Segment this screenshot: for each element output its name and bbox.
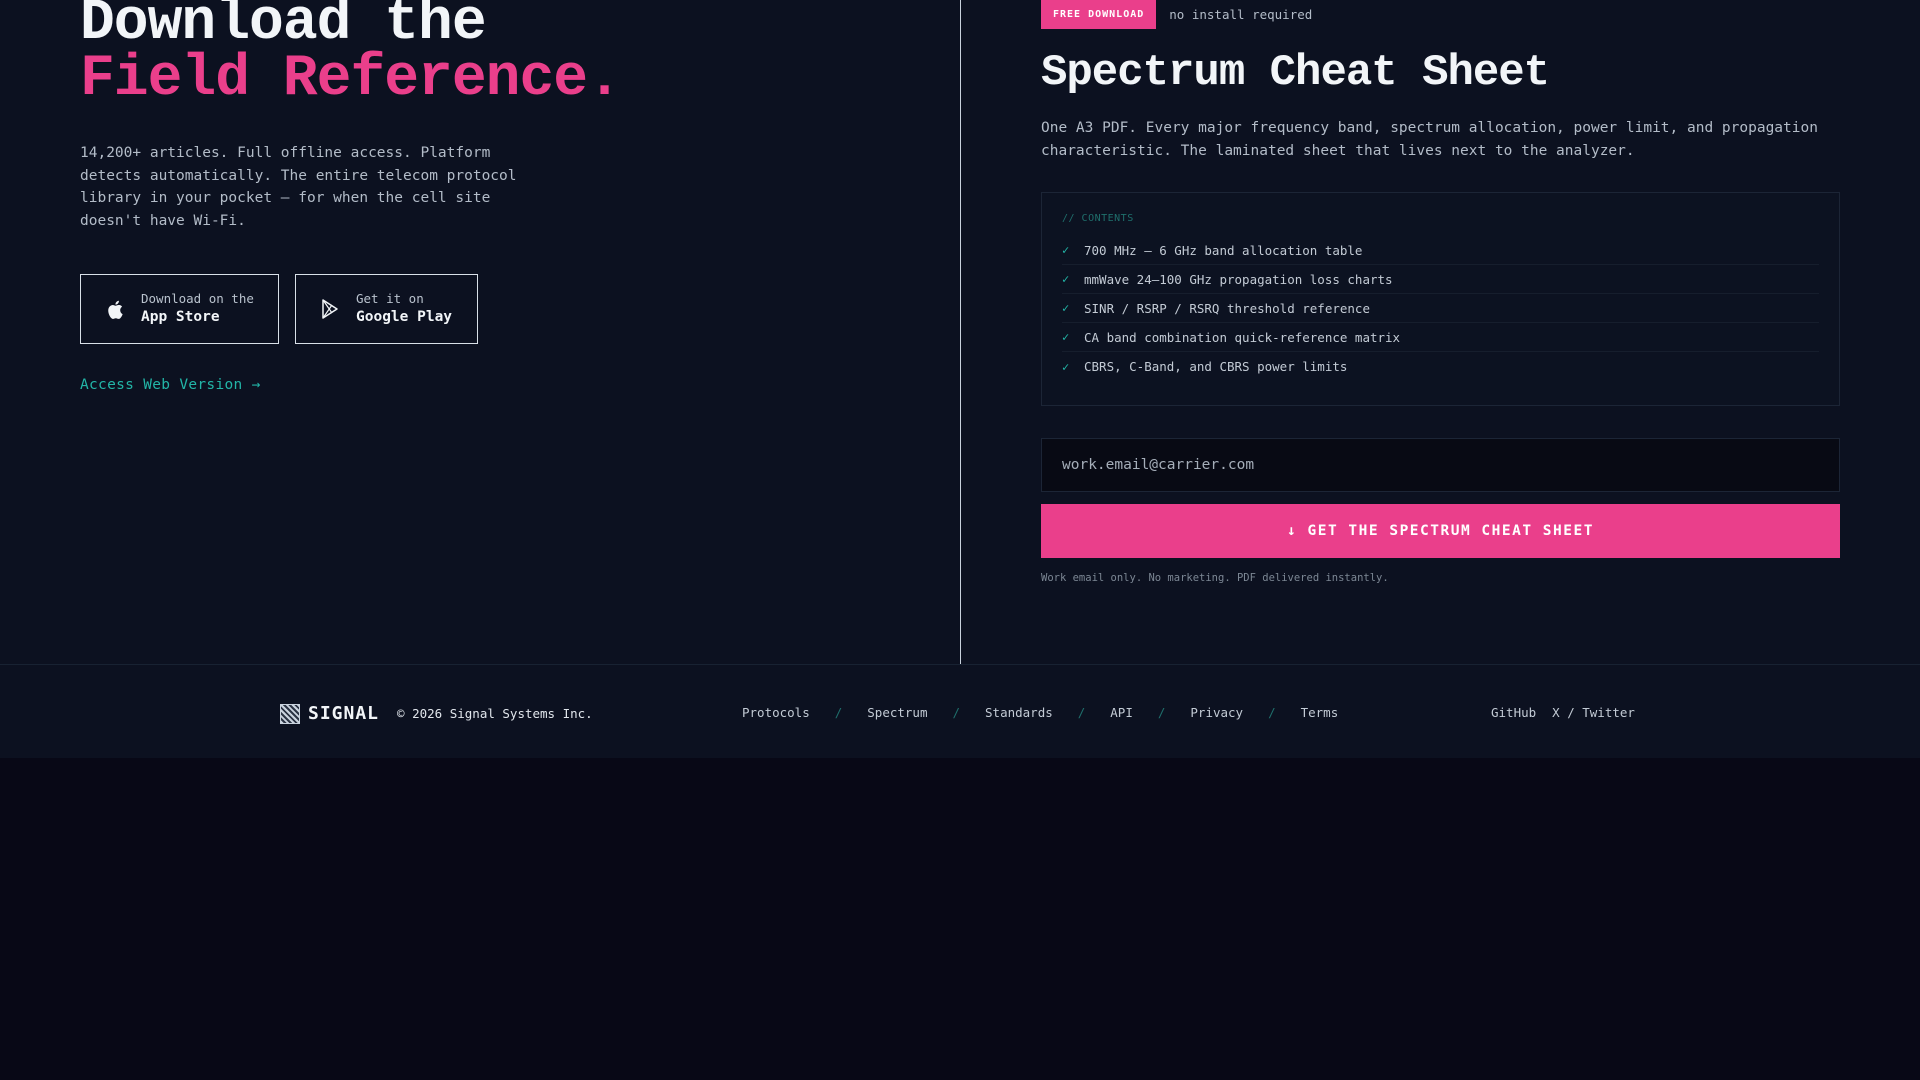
list-item: ✓ mmWave 24–100 GHz propagation loss char… xyxy=(1062,265,1819,294)
footer: SIGNAL © 2026 Signal Systems Inc. Protoc… xyxy=(0,664,1920,758)
hero-description: 14,200+ articles. Full offline access. P… xyxy=(80,145,517,229)
google-play-label: Google Play xyxy=(356,309,453,325)
list-item: ✓ SINR / RSRP / RSRQ threshold reference xyxy=(1062,294,1819,323)
footer-link-protocols[interactable]: Protocols xyxy=(742,705,810,720)
list-item: ✓ 700 MHz – 6 GHz band allocation table xyxy=(1062,236,1819,265)
contents-label: // CONTENTS xyxy=(1062,213,1134,224)
list-item: ✓ CA band combination quick-reference mat… xyxy=(1062,323,1819,352)
google-play-text: Get it on Google Play xyxy=(356,291,452,327)
brand-name: SIGNAL xyxy=(308,703,380,724)
footer-link-privacy[interactable]: Privacy xyxy=(1190,705,1243,720)
nav-separator: / xyxy=(1157,705,1166,720)
list-item-text: mmWave 24–100 GHz propagation loss chart… xyxy=(1084,271,1393,287)
list-item-text: SINR / RSRP / RSRQ threshold reference xyxy=(1084,300,1370,316)
social-links: GitHub X / Twitter xyxy=(1491,705,1635,720)
list-item: ✓ CBRS, C-Band, and CBRS power limits xyxy=(1062,352,1819,381)
page-title: Download the Field Reference. xyxy=(80,0,900,112)
footer-nav: Protocols / Spectrum / Standards / API /… xyxy=(742,705,1338,720)
list-item-text: CA band combination quick-reference matr… xyxy=(1084,329,1401,345)
email-field[interactable] xyxy=(1041,438,1840,492)
headline-line-2: Field Reference. xyxy=(80,47,622,112)
check-icon: ✓ xyxy=(1062,272,1070,286)
free-download-badge: FREE DOWNLOAD xyxy=(1041,0,1157,29)
app-store-button[interactable]: Download on the App Store xyxy=(80,274,279,344)
footer-link-api[interactable]: API xyxy=(1110,705,1133,720)
web-version-link[interactable]: Access Web Version → xyxy=(80,377,261,393)
get-cheat-sheet-button[interactable]: ↓ GET THE SPECTRUM CHEAT SHEET xyxy=(1041,504,1840,558)
badge-note: no install required xyxy=(1169,7,1313,22)
contents-list: ✓ 700 MHz – 6 GHz band allocation table ✓… xyxy=(1062,236,1819,381)
google-play-button[interactable]: Get it on Google Play xyxy=(295,274,478,344)
cheat-sheet-description: One A3 PDF. Every major frequency band, … xyxy=(1041,120,1818,159)
app-store-small-label: Download on the xyxy=(141,291,254,306)
check-icon: ✓ xyxy=(1062,359,1070,374)
fine-print: Work email only. No marketing. PDF deliv… xyxy=(1041,572,1389,584)
play-icon xyxy=(320,299,340,319)
check-icon: ✓ xyxy=(1062,243,1070,257)
footer-link-terms[interactable]: Terms xyxy=(1301,705,1339,720)
check-icon: ✓ xyxy=(1062,330,1070,344)
cheat-sheet-panel: FREE DOWNLOAD no install required Spectr… xyxy=(1041,0,1841,584)
hero-panel: Download the Field Reference. 14,200+ ar… xyxy=(80,0,900,393)
nav-separator: / xyxy=(834,705,843,720)
store-buttons: Download on the App Store Get it on Goog… xyxy=(80,274,900,344)
list-item-text: CBRS, C-Band, and CBRS power limits xyxy=(1084,359,1348,374)
main-section: Download the Field Reference. 14,200+ ar… xyxy=(0,0,1920,664)
logo-icon xyxy=(280,703,300,724)
app-store-text: Download on the App Store xyxy=(141,291,254,327)
cheat-sheet-title: Spectrum Cheat Sheet xyxy=(1041,48,1550,98)
google-play-small-label: Get it on xyxy=(356,291,424,306)
footer-link-standards[interactable]: Standards xyxy=(985,705,1053,720)
copyright: © 2026 Signal Systems Inc. xyxy=(397,706,593,721)
footer-brand: SIGNAL © 2026 Signal Systems Inc. xyxy=(280,703,593,724)
nav-separator: / xyxy=(1077,705,1086,720)
list-item-text: 700 MHz – 6 GHz band allocation table xyxy=(1084,242,1363,258)
app-store-label: App Store xyxy=(141,309,220,325)
twitter-link[interactable]: X / Twitter xyxy=(1552,705,1635,720)
github-link[interactable]: GitHub xyxy=(1491,705,1536,720)
vertical-divider xyxy=(960,0,961,664)
nav-separator: / xyxy=(1268,705,1276,720)
contents-box: // CONTENTS ✓ 700 MHz – 6 GHz band alloca… xyxy=(1041,192,1840,406)
apple-icon xyxy=(105,299,125,319)
footer-link-spectrum[interactable]: Spectrum xyxy=(867,705,927,720)
nav-separator: / xyxy=(952,705,961,720)
check-icon: ✓ xyxy=(1062,301,1070,315)
badge-row: FREE DOWNLOAD no install required xyxy=(1041,0,1841,29)
